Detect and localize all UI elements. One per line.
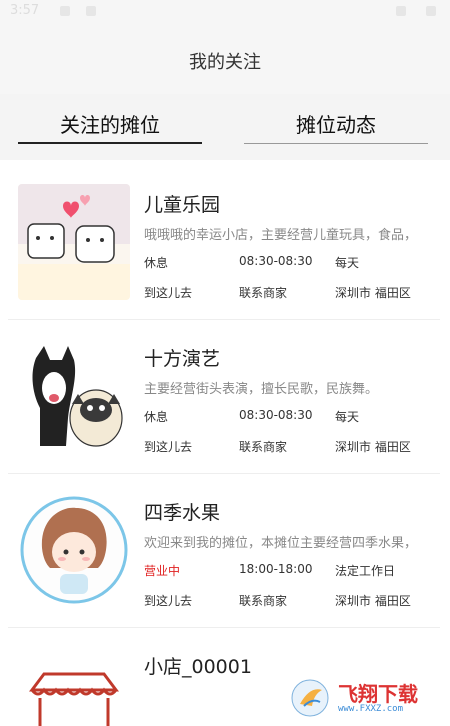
stall-hours: 18:00-18:00: [239, 562, 313, 576]
list-item[interactable]: 四季水果 欢迎来到我的摊位，本摊位主要经营四季水果， 营业中 18:00-18:…: [8, 478, 440, 628]
stall-days: 每天: [335, 410, 360, 424]
stall-description: 欢迎来到我的摊位，本摊位主要经营四季水果，: [144, 536, 418, 551]
contact-merchant-button[interactable]: 联系商家: [239, 284, 287, 301]
tab-stall-updates[interactable]: 摊位动态: [244, 108, 428, 144]
stall-name: 小店_00001: [144, 656, 252, 678]
list-item[interactable]: 十方演艺 主要经营街头表演，擅长民歌，民族舞。 休息 08:30-08:30 每…: [8, 324, 440, 474]
stall-hours: 08:30-08:30: [239, 254, 313, 268]
stall-location: 深圳市 福田区: [335, 286, 411, 300]
tab-followed-stalls[interactable]: 关注的摊位: [18, 108, 202, 144]
navigate-button[interactable]: 到这儿去: [144, 438, 192, 455]
stall-thumbnail: [18, 184, 130, 300]
watermark-text: 飞翔下载: [338, 682, 418, 706]
stall-name: 四季水果: [144, 502, 221, 524]
stall-status: 休息: [144, 256, 169, 270]
stall-thumbnail: [18, 492, 130, 608]
contact-merchant-button[interactable]: 联系商家: [239, 438, 287, 455]
settings-icon: [60, 6, 70, 16]
awning-shop-image: [29, 672, 119, 726]
contact-merchant-button[interactable]: 联系商家: [239, 592, 287, 609]
stall-description: 哦哦哦的幸运小店，主要经营儿童玩具，食品，: [144, 228, 418, 243]
stall-hours: 08:30-08:30: [239, 408, 313, 422]
tab-bar: 关注的摊位 摊位动态: [0, 94, 450, 160]
status-time: 3:57: [10, 3, 40, 18]
stall-location: 深圳市 福田区: [335, 594, 411, 608]
stall-description: 主要经营街头表演，擅长民歌，民族舞。: [144, 382, 379, 397]
watermark-url: www.FXXZ.com: [338, 704, 404, 714]
stall-thumbnail: [18, 646, 130, 726]
stall-days: 法定工作日: [335, 564, 396, 578]
cartoon-dogs-image: [32, 346, 123, 447]
stall-location: 深圳市 福田区: [335, 440, 411, 454]
navigate-button[interactable]: 到这儿去: [144, 284, 192, 301]
watermark-logo-icon: [291, 679, 329, 717]
cartoon-girl-image: [20, 496, 128, 604]
stall-status: 休息: [144, 410, 169, 424]
stall-status: 营业中: [144, 564, 181, 578]
cartoon-cubes-image: [18, 184, 130, 300]
stall-name: 十方演艺: [144, 348, 221, 370]
watermark: 飞翔下载 www.FXXZ.com: [284, 674, 444, 722]
page-title: 我的关注: [189, 52, 261, 73]
battery-icon: [426, 6, 436, 16]
list-item[interactable]: 儿童乐园 哦哦哦的幸运小店，主要经营儿童玩具，食品， 休息 08:30-08:3…: [8, 170, 440, 320]
sd-card-icon: [86, 6, 96, 16]
app-header: 我的关注: [0, 24, 450, 94]
stall-days: 每天: [335, 256, 360, 270]
navigate-button[interactable]: 到这儿去: [144, 592, 192, 609]
stall-name: 儿童乐园: [144, 194, 221, 216]
wifi-icon: [396, 6, 406, 16]
stall-thumbnail: [18, 338, 130, 454]
status-bar: 3:57: [0, 0, 450, 24]
